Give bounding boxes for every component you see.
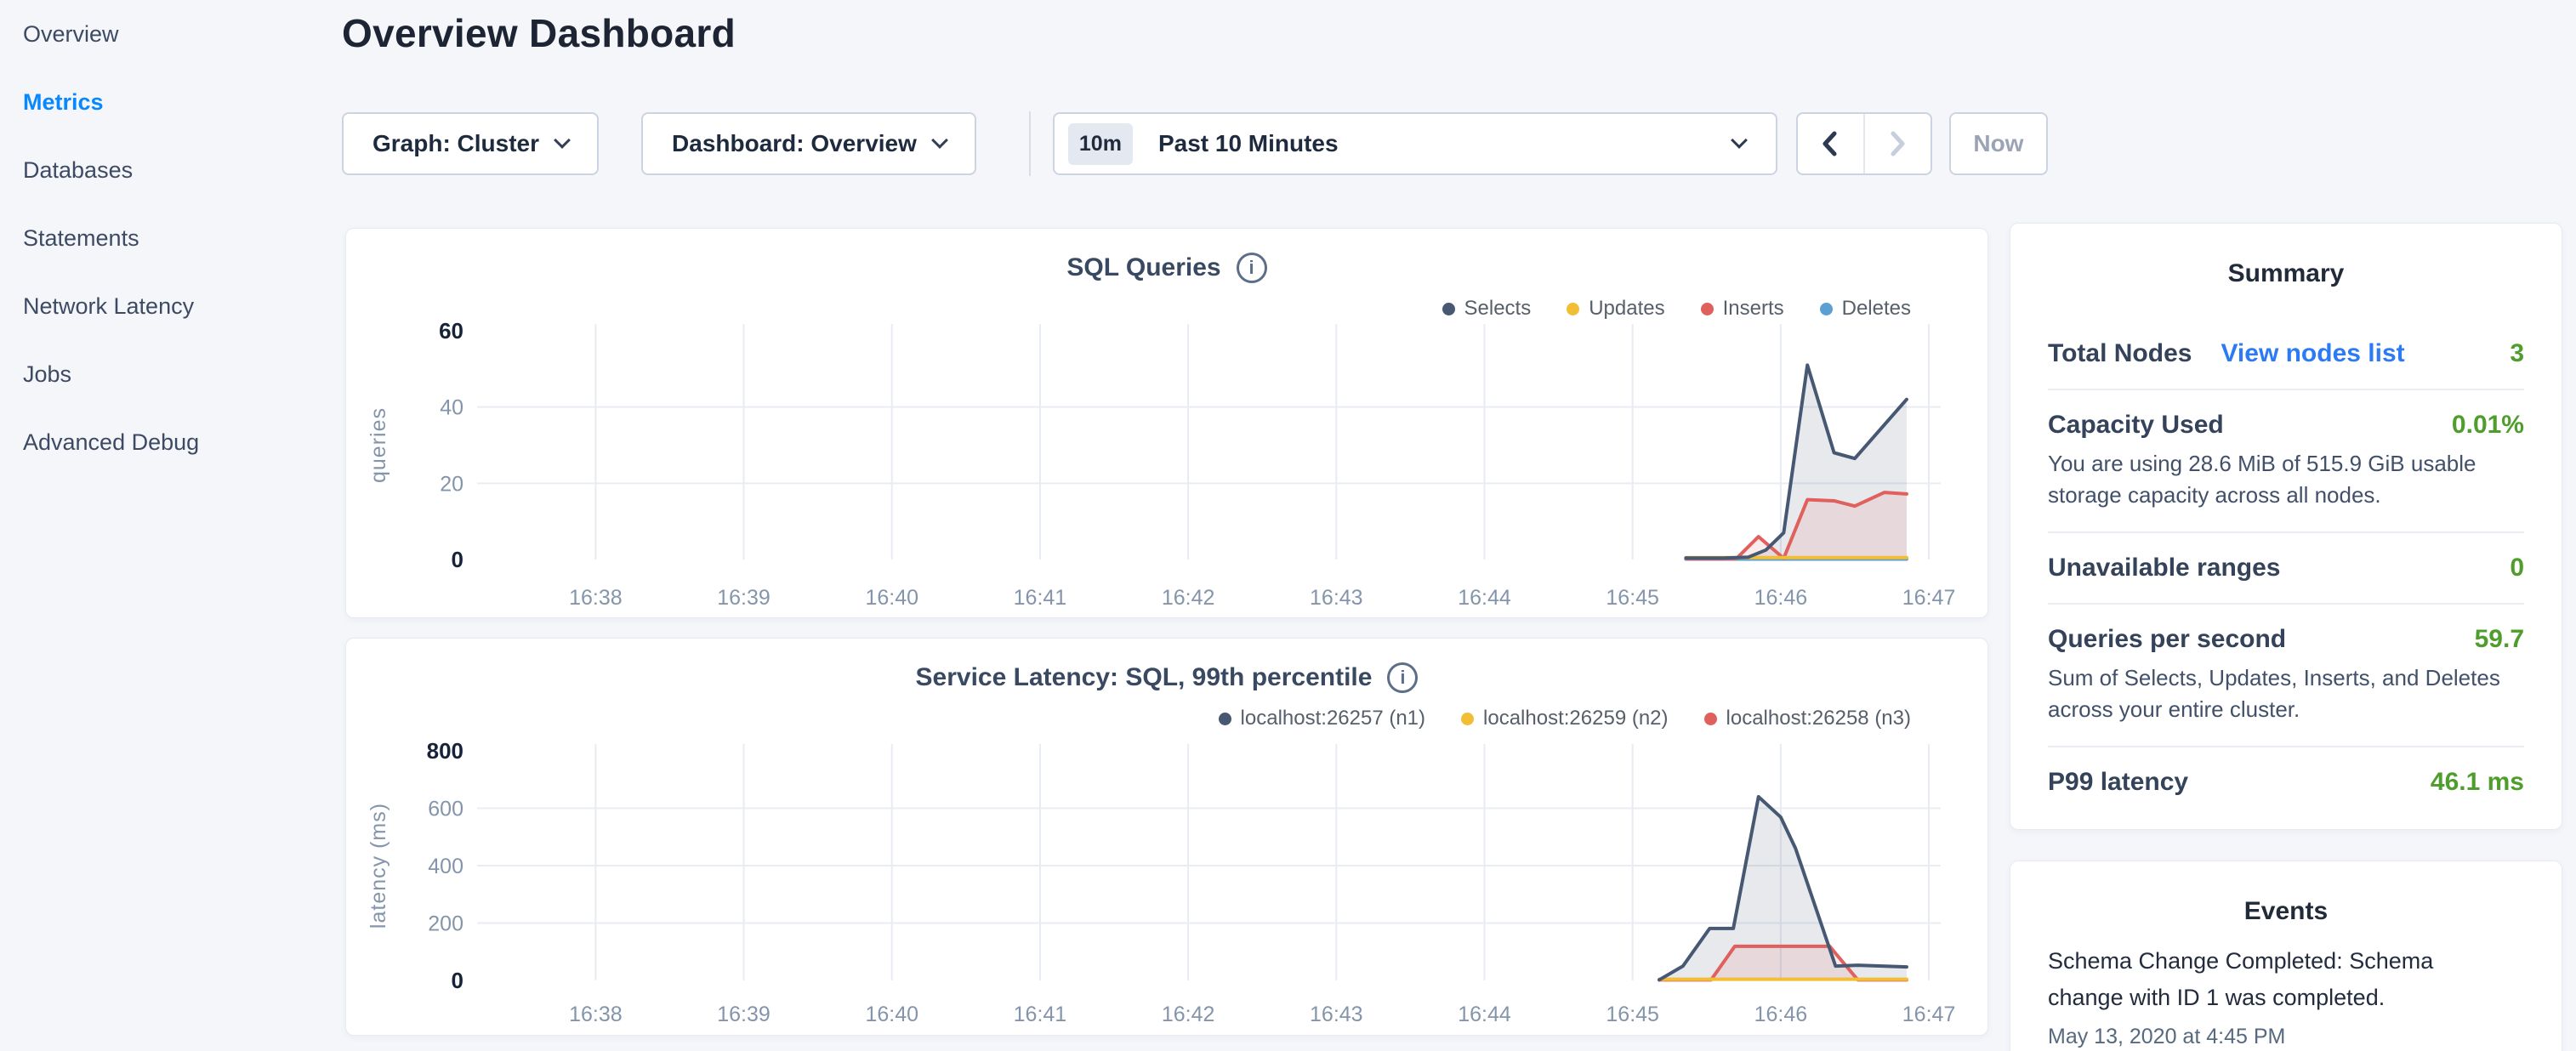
summary-value: 0 [2510, 554, 2524, 582]
svg-text:16:42: 16:42 [1162, 586, 1215, 610]
svg-text:16:40: 16:40 [865, 1003, 918, 1026]
summary-label: Total Nodes [2048, 339, 2192, 368]
svg-text:16:39: 16:39 [717, 586, 771, 610]
sidebar-item-metrics[interactable]: Metrics [23, 87, 340, 117]
svg-text:queries: queries [367, 407, 390, 483]
summary-title: Summary [2048, 259, 2524, 288]
svg-text:16:38: 16:38 [569, 1003, 623, 1026]
svg-text:16:45: 16:45 [1606, 1003, 1659, 1026]
event-timestamp: May 13, 2020 at 4:45 PM [2048, 1025, 2524, 1049]
summary-value: 3 [2510, 339, 2524, 368]
dashboard-dropdown-label: Dashboard: Overview [672, 130, 917, 157]
dashboard-dropdown[interactable]: Dashboard: Overview [641, 112, 976, 175]
page-title: Overview Dashboard [342, 10, 736, 56]
summary-label: Queries per second [2048, 625, 2286, 654]
summary-row-line: Queries per second 59.7 [2048, 625, 2524, 654]
svg-text:0: 0 [452, 968, 463, 993]
events-list: Schema Change Completed: Schema change w… [2048, 943, 2524, 1049]
summary-label: Unavailable ranges [2048, 554, 2280, 582]
time-step-buttons [1796, 112, 1932, 175]
svg-text:16:42: 16:42 [1162, 1003, 1215, 1026]
summary-card: Summary Total Nodes View nodes list 3 Capac… [2010, 223, 2562, 830]
events-title: Events [2048, 897, 2524, 926]
svg-text:latency (ms): latency (ms) [367, 803, 390, 929]
summary-row: Unavailable ranges 0 [2048, 531, 2524, 603]
summary-value: 46.1 ms [2431, 768, 2524, 797]
sql-queries-chart[interactable]: 16:38 16:39 16:40 16:41 16:42 16:43 16:44 16:45… [346, 229, 1989, 619]
sql-queries-card: SQL Queries i SelectsUpdatesInsertsDelet… [345, 228, 1988, 618]
svg-text:16:41: 16:41 [1014, 1003, 1067, 1026]
summary-row: Capacity Used 0.01% You are using 28.6 MiB… [2048, 389, 2524, 531]
svg-text:16:43: 16:43 [1310, 586, 1363, 610]
graph-dropdown[interactable]: Graph: Cluster [342, 112, 599, 175]
next-button[interactable] [1865, 114, 1931, 173]
svg-text:20: 20 [440, 472, 463, 496]
svg-text:16:41: 16:41 [1014, 586, 1067, 610]
event-item: Schema Change Completed: Schema change w… [2048, 943, 2524, 1049]
view-nodes-link[interactable]: View nodes list [2221, 339, 2404, 368]
svg-text:16:40: 16:40 [865, 586, 918, 610]
summary-value: 0.01% [2452, 411, 2524, 440]
summary-row-line: Capacity Used 0.01% [2048, 411, 2524, 440]
svg-text:0: 0 [452, 547, 463, 572]
svg-text:60: 60 [439, 318, 463, 344]
svg-text:200: 200 [428, 912, 463, 936]
time-range-label: Past 10 Minutes [1158, 130, 1339, 157]
svg-text:16:46: 16:46 [1754, 586, 1808, 610]
events-card: Events Schema Change Completed: Schema c… [2010, 861, 2562, 1051]
summary-row: Total Nodes View nodes list 3 [2048, 319, 2524, 389]
svg-text:16:46: 16:46 [1754, 1003, 1808, 1026]
summary-description: Sum of Selects, Updates, Inserts, and De… [2048, 662, 2511, 725]
svg-text:16:47: 16:47 [1902, 586, 1956, 610]
summary-row-line: Unavailable ranges 0 [2048, 554, 2524, 582]
svg-text:600: 600 [428, 798, 463, 821]
svg-text:16:45: 16:45 [1606, 586, 1659, 610]
svg-text:16:39: 16:39 [717, 1003, 771, 1026]
chevron-down-icon [554, 132, 571, 149]
sidebar-item-databases[interactable]: Databases [23, 155, 340, 185]
summary-row: P99 latency 46.1 ms [2048, 746, 2524, 817]
svg-text:16:47: 16:47 [1902, 1003, 1956, 1026]
summary-row-line: P99 latency 46.1 ms [2048, 768, 2524, 797]
summary-rows: Total Nodes View nodes list 3 Capacity Used… [2048, 319, 2524, 817]
chevron-down-icon [1731, 132, 1748, 149]
summary-row-line: Total Nodes View nodes list 3 [2048, 339, 2524, 368]
event-message: Schema Change Completed: Schema change w… [2048, 943, 2473, 1016]
summary-description: You are using 28.6 MiB of 515.9 GiB usab… [2048, 448, 2511, 511]
graph-dropdown-label: Graph: Cluster [372, 130, 539, 157]
prev-button[interactable] [1798, 114, 1865, 173]
time-range-badge: 10m [1068, 123, 1133, 165]
service-latency-chart[interactable]: 16:38 16:39 16:40 16:41 16:42 16:43 16:44 16:45… [346, 639, 1989, 1037]
svg-text:40: 40 [440, 396, 463, 420]
sidebar-item-overview[interactable]: Overview [23, 19, 340, 49]
svg-text:16:43: 16:43 [1310, 1003, 1363, 1026]
sidebar-item-advanced-debug[interactable]: Advanced Debug [23, 427, 340, 457]
svg-text:400: 400 [428, 855, 463, 878]
summary-row: Queries per second 59.7 Sum of Selects, Up… [2048, 603, 2524, 746]
sidebar-item-statements[interactable]: Statements [23, 223, 340, 253]
chevron-left-icon [1817, 127, 1843, 161]
toolbar: Graph: Cluster Dashboard: Overview 10m P… [342, 111, 2048, 176]
svg-text:16:38: 16:38 [569, 586, 623, 610]
toolbar-divider [1029, 111, 1031, 176]
now-button[interactable]: Now [1949, 112, 2048, 175]
summary-value: 59.7 [2475, 625, 2524, 654]
summary-label: Capacity Used [2048, 411, 2224, 440]
app: Overview Metrics Databases Statements Networ… [0, 0, 2576, 1051]
svg-text:16:44: 16:44 [1458, 586, 1511, 610]
summary-label: P99 latency [2048, 768, 2188, 797]
time-range-dropdown[interactable]: 10m Past 10 Minutes [1053, 112, 1777, 175]
svg-text:16:44: 16:44 [1458, 1003, 1511, 1026]
chevron-down-icon [931, 132, 948, 149]
service-latency-card: Service Latency: SQL, 99th percentile i … [345, 638, 1988, 1036]
svg-text:800: 800 [427, 738, 463, 764]
sidebar-item-network-latency[interactable]: Network Latency [23, 291, 340, 321]
sidebar-item-jobs[interactable]: Jobs [23, 359, 340, 389]
chevron-right-icon [1885, 127, 1910, 161]
sidebar: Overview Metrics Databases Statements Networ… [0, 0, 340, 1051]
